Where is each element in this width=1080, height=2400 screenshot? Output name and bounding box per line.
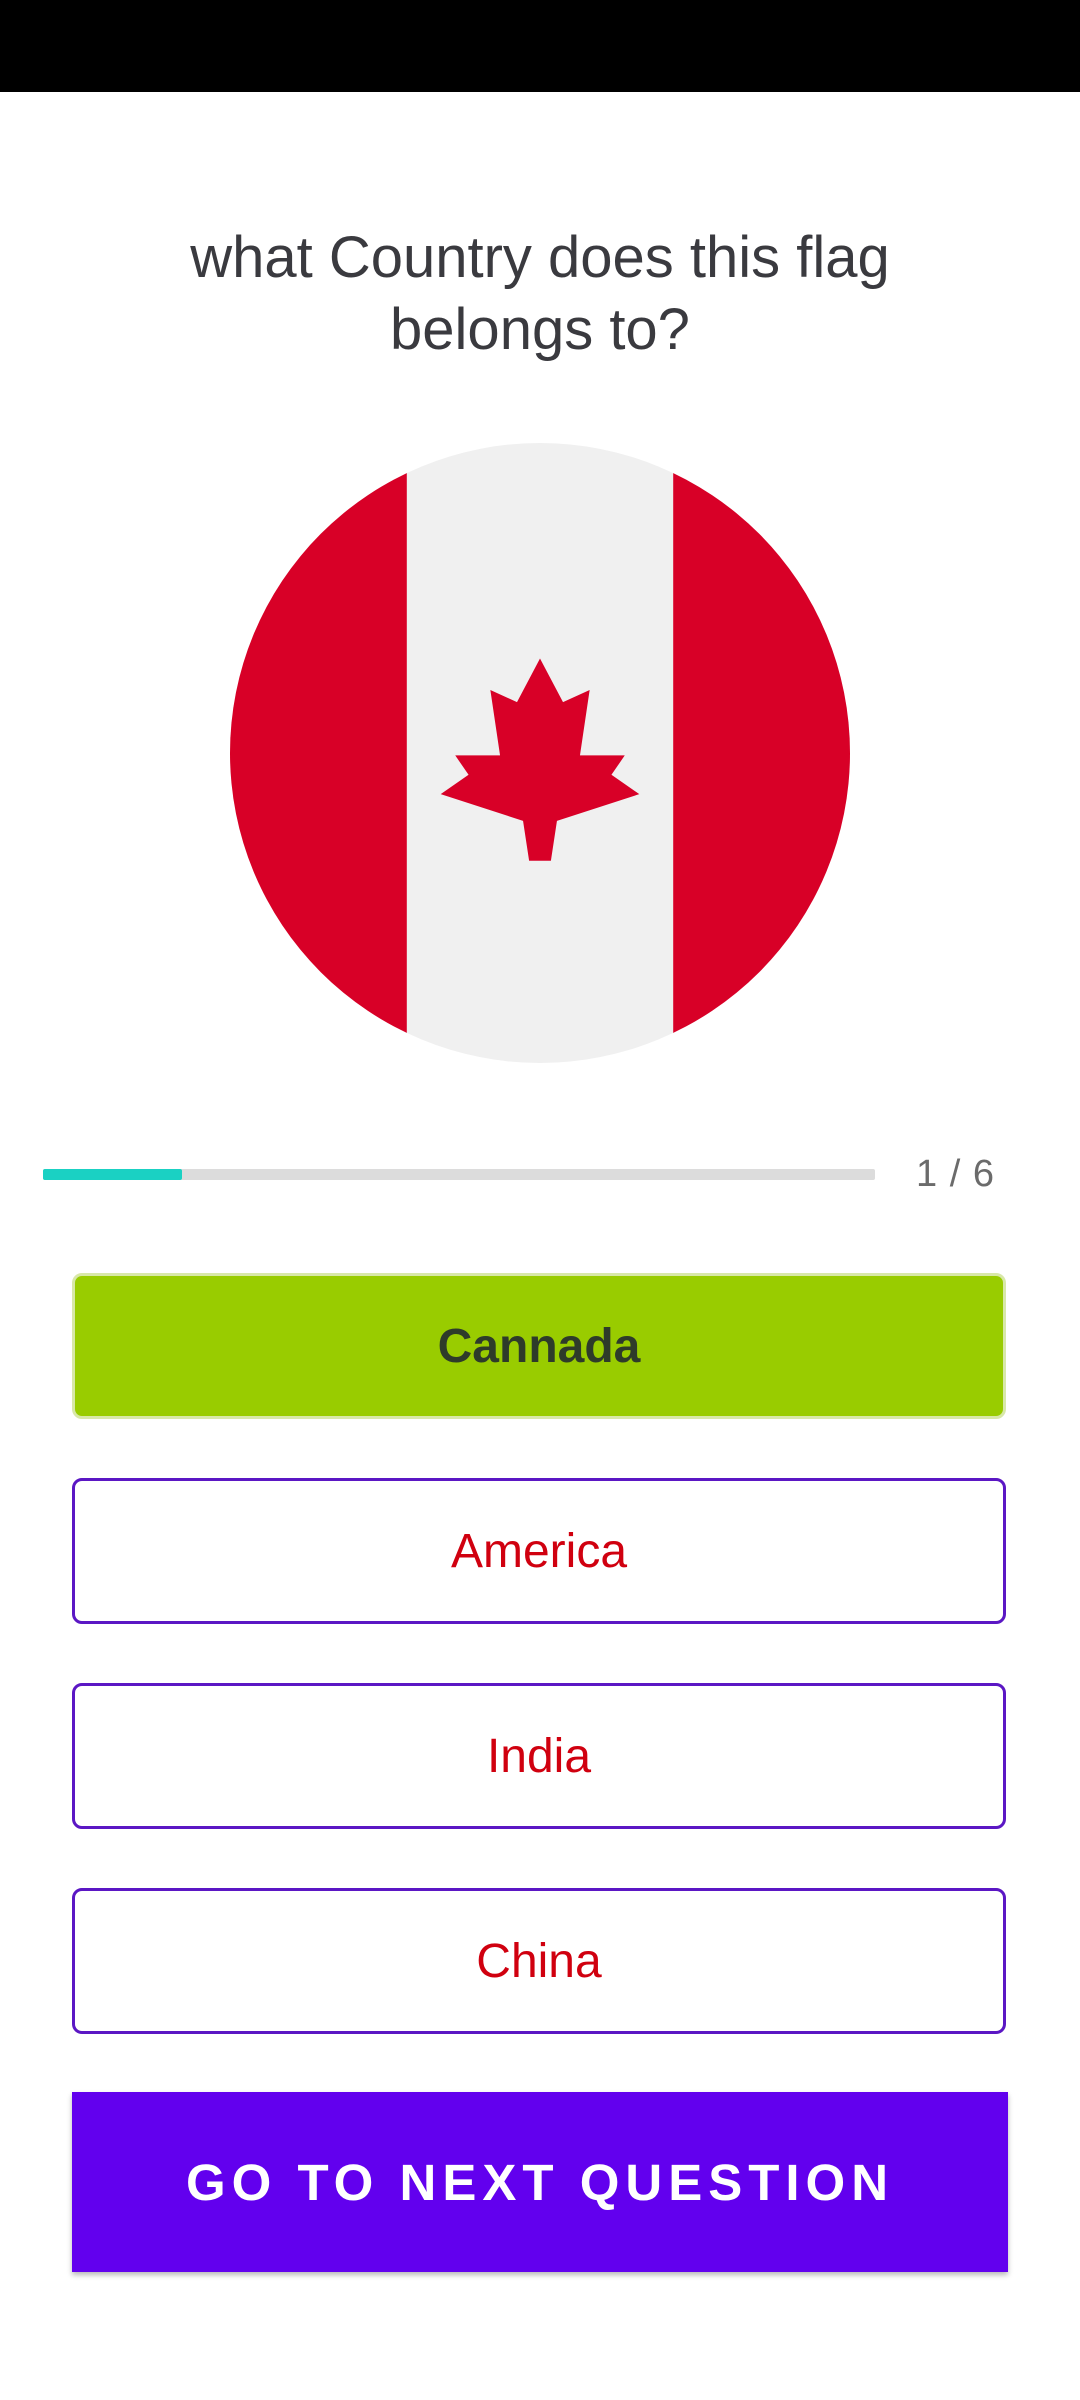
answer-option-cannada[interactable]: Cannada	[72, 1273, 1006, 1419]
progress-counter: 1 / 6	[916, 1153, 995, 1195]
canada-flag-icon	[230, 443, 850, 1063]
answer-option-label: America	[450, 1524, 628, 1578]
answer-option-label: India	[486, 1729, 592, 1783]
next-question-button[interactable]: GO TO NEXT QUESTION	[72, 2092, 1008, 2272]
answer-option-china[interactable]: China	[72, 1888, 1006, 2034]
status-bar	[0, 0, 1080, 92]
answer-option-india[interactable]: India	[72, 1683, 1006, 1829]
progress-bar-fill	[43, 1169, 182, 1180]
answer-option-america[interactable]: America	[72, 1478, 1006, 1624]
answer-option-label: Cannada	[437, 1319, 641, 1373]
progress-bar	[43, 1169, 875, 1180]
answer-option-label: China	[476, 1934, 602, 1988]
question-text: what Country does this flag belongs to?	[190, 225, 890, 362]
